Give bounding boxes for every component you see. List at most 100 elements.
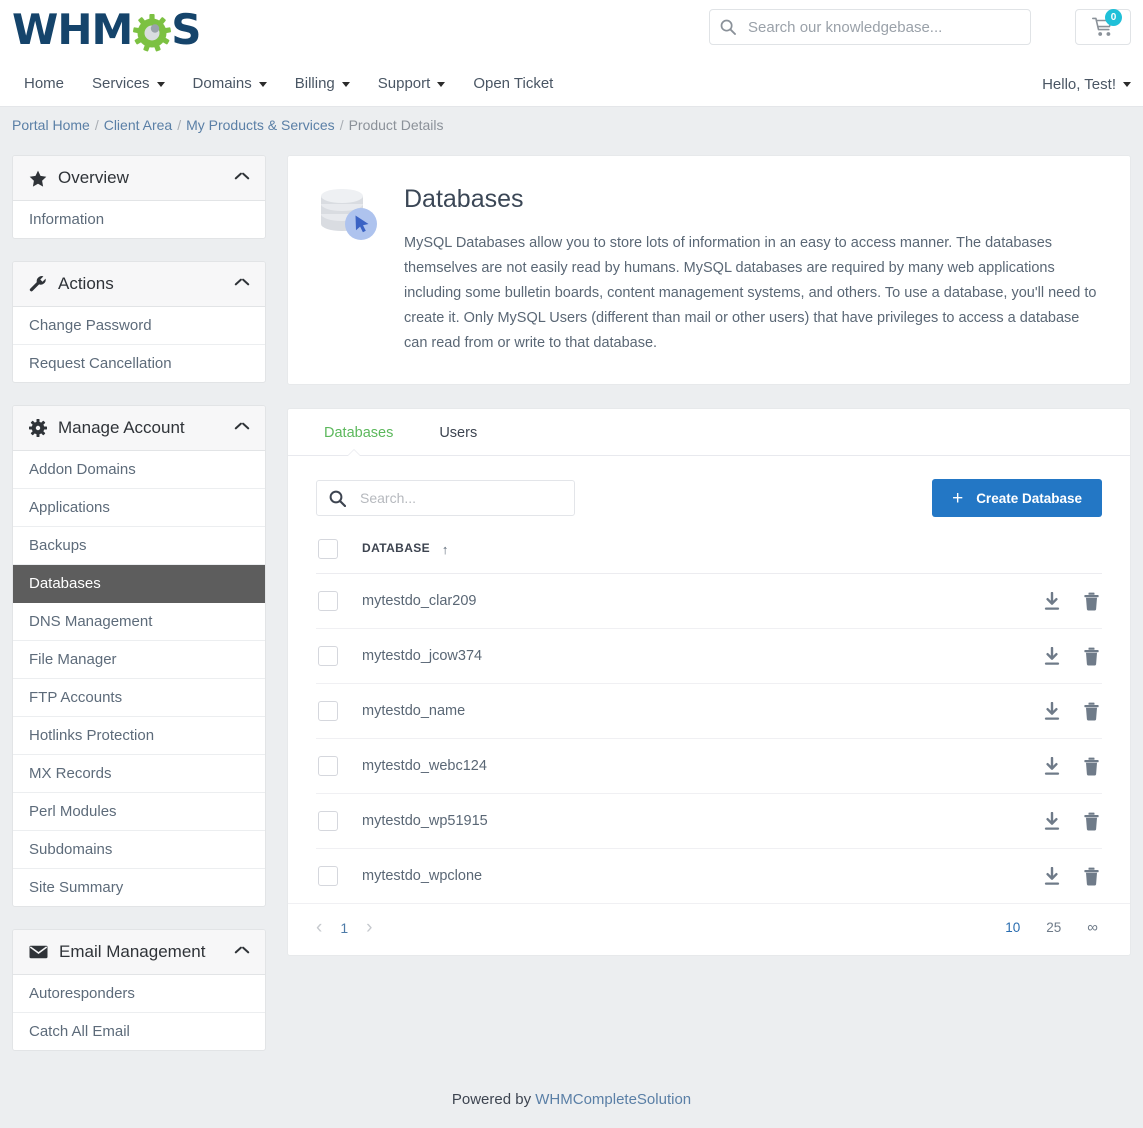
footer-prefix: Powered by: [452, 1091, 535, 1108]
cell-database-name: mytestdo_jcow374: [362, 629, 1002, 684]
breadcrumb: Portal Home/Client Area/My Products & Se…: [0, 106, 1143, 143]
sidebar-item-databases[interactable]: Databases: [13, 565, 265, 603]
column-header-database[interactable]: DATABASE ↑: [362, 539, 1002, 574]
sidebar-panel-title: Manage Account: [58, 418, 235, 438]
trash-icon[interactable]: [1083, 757, 1100, 776]
sidebar-panel-header-overview[interactable]: Overview: [13, 156, 265, 201]
row-checkbox[interactable]: [318, 866, 338, 886]
sidebar-item-site-summary[interactable]: Site Summary: [13, 869, 265, 906]
sidebar-item-applications[interactable]: Applications: [13, 489, 265, 527]
sidebar-item-dns-management[interactable]: DNS Management: [13, 603, 265, 641]
nav-item-home[interactable]: Home: [12, 62, 78, 106]
table-row[interactable]: mytestdo_wpclone: [316, 849, 1102, 904]
chevron-left-icon[interactable]: ‹: [316, 918, 322, 937]
table-row[interactable]: mytestdo_webc124: [316, 739, 1102, 794]
nav-label: Open Ticket: [473, 62, 553, 106]
sidebar-item-subdomains[interactable]: Subdomains: [13, 831, 265, 869]
sidebar-item-perl-modules[interactable]: Perl Modules: [13, 793, 265, 831]
download-icon[interactable]: [1043, 867, 1061, 886]
chevron-right-icon[interactable]: ›: [366, 918, 372, 937]
table-toolbar: + Create Database: [316, 479, 1102, 517]
breadcrumb-item-portal-home[interactable]: Portal Home: [12, 117, 90, 133]
table-row[interactable]: mytestdo_name: [316, 684, 1102, 739]
trash-icon[interactable]: [1083, 592, 1100, 611]
download-icon[interactable]: [1043, 592, 1061, 611]
sidebar-panel-email-management: Email Management Autoresponders Catch Al…: [12, 929, 266, 1051]
sidebar-item-information[interactable]: Information: [13, 201, 265, 238]
main-navigation: Home Services Domains Billing Support Op…: [0, 62, 1143, 106]
shopping-cart-button[interactable]: 0: [1075, 9, 1131, 45]
page-size-all[interactable]: ∞: [1087, 919, 1098, 936]
footer-link-whmcompletesolution[interactable]: WHMCompleteSolution: [535, 1091, 691, 1108]
sidebar-item-ftp-accounts[interactable]: FTP Accounts: [13, 679, 265, 717]
chevron-down-icon: [259, 82, 267, 87]
row-checkbox[interactable]: [318, 811, 338, 831]
row-checkbox[interactable]: [318, 591, 338, 611]
page-size-25[interactable]: 25: [1046, 920, 1061, 935]
chevron-up-icon[interactable]: [235, 424, 249, 433]
breadcrumb-item-my-products-services[interactable]: My Products & Services: [186, 117, 335, 133]
sidebar-panel-header-email-management[interactable]: Email Management: [13, 930, 265, 975]
column-label: DATABASE: [362, 541, 430, 555]
table-row[interactable]: mytestdo_clar209: [316, 574, 1102, 629]
logo-text-right: S: [171, 6, 200, 54]
chevron-up-icon[interactable]: [235, 948, 249, 957]
sidebar-item-mx-records[interactable]: MX Records: [13, 755, 265, 793]
site-header: WHM: [0, 0, 1143, 62]
trash-icon[interactable]: [1083, 647, 1100, 666]
cell-database-name: mytestdo_clar209: [362, 574, 1002, 629]
chevron-down-icon: [437, 82, 445, 87]
select-all-checkbox[interactable]: [318, 539, 338, 559]
sidebar-item-autoresponders[interactable]: Autoresponders: [13, 975, 265, 1013]
trash-icon[interactable]: [1083, 867, 1100, 886]
pagination: ‹ 1 › 10 25 ∞: [288, 903, 1130, 955]
download-icon[interactable]: [1043, 647, 1061, 666]
row-select-cell: [316, 849, 362, 904]
arrow-up-icon: ↑: [442, 542, 449, 557]
table-row[interactable]: mytestdo_wp51915: [316, 794, 1102, 849]
envelope-icon: [29, 945, 48, 959]
sidebar-item-hotlinks-protection[interactable]: Hotlinks Protection: [13, 717, 265, 755]
tab-users[interactable]: Users: [431, 425, 485, 455]
sidebar-panel-header-actions[interactable]: Actions: [13, 262, 265, 307]
page-size-10[interactable]: 10: [1005, 920, 1020, 935]
sidebar-item-addon-domains[interactable]: Addon Domains: [13, 451, 265, 489]
row-checkbox[interactable]: [318, 756, 338, 776]
table-row[interactable]: mytestdo_jcow374: [316, 629, 1102, 684]
download-icon[interactable]: [1043, 757, 1061, 776]
chevron-up-icon[interactable]: [235, 280, 249, 289]
sidebar-item-request-cancellation[interactable]: Request Cancellation: [13, 345, 265, 382]
breadcrumb-item-client-area[interactable]: Client Area: [104, 117, 172, 133]
chevron-up-icon[interactable]: [235, 174, 249, 183]
cell-database-name: mytestdo_wp51915: [362, 794, 1002, 849]
row-checkbox[interactable]: [318, 646, 338, 666]
trash-icon[interactable]: [1083, 812, 1100, 831]
page-number-1[interactable]: 1: [340, 920, 348, 936]
sidebar-item-catch-all-email[interactable]: Catch All Email: [13, 1013, 265, 1050]
table-search-input[interactable]: [358, 489, 562, 507]
create-database-button[interactable]: + Create Database: [932, 479, 1102, 517]
nav-item-services[interactable]: Services: [78, 62, 179, 106]
table-search[interactable]: [316, 480, 575, 516]
sidebar-list-email-management: Autoresponders Catch All Email: [13, 975, 265, 1050]
row-select-cell: [316, 629, 362, 684]
nav-item-support[interactable]: Support: [364, 62, 460, 106]
user-menu[interactable]: Hello, Test!: [1042, 76, 1131, 93]
sidebar-item-file-manager[interactable]: File Manager: [13, 641, 265, 679]
nav-label: Support: [378, 62, 431, 106]
databases-intro-card: Databases MySQL Databases allow you to s…: [287, 155, 1131, 385]
nav-item-domains[interactable]: Domains: [179, 62, 281, 106]
sidebar-item-change-password[interactable]: Change Password: [13, 307, 265, 345]
trash-icon[interactable]: [1083, 702, 1100, 721]
sidebar-item-backups[interactable]: Backups: [13, 527, 265, 565]
gear-icon: [29, 419, 47, 437]
whmcs-logo[interactable]: WHM: [12, 6, 201, 54]
knowledgebase-search[interactable]: [709, 9, 1031, 45]
download-icon[interactable]: [1043, 812, 1061, 831]
nav-item-billing[interactable]: Billing: [281, 62, 364, 106]
knowledgebase-search-input[interactable]: [746, 18, 1020, 37]
row-checkbox[interactable]: [318, 701, 338, 721]
nav-item-open-ticket[interactable]: Open Ticket: [459, 62, 567, 106]
sidebar-panel-header-manage-account[interactable]: Manage Account: [13, 406, 265, 451]
download-icon[interactable]: [1043, 702, 1061, 721]
